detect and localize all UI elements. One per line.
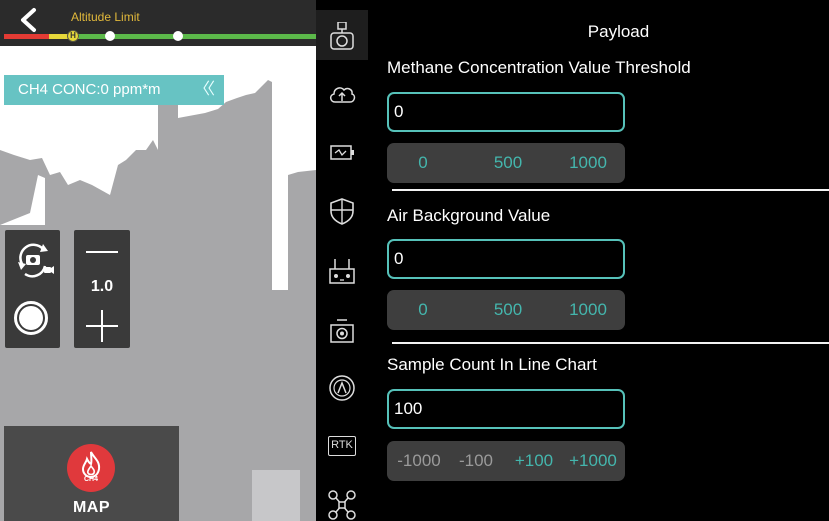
flame-icon [81, 451, 101, 479]
quick-value-button[interactable]: 0 [407, 143, 439, 183]
quick-value-button[interactable]: 500 [487, 143, 529, 183]
camera-view: Altitude Limit H CH4 CONC:0 ppm*m 〈〈 1.0… [0, 0, 316, 521]
rail-item-camera-settings[interactable] [316, 305, 368, 355]
altitude-marker-dot [105, 31, 115, 41]
remote-controller-icon [329, 259, 355, 284]
zoom-out-button[interactable] [86, 244, 118, 260]
shield-icon [330, 198, 354, 225]
methane-threshold-quick-select: 0 500 1000 [387, 143, 625, 183]
gimbal-camera-icon [330, 22, 354, 50]
map-label: MAP [72, 499, 111, 516]
payload-settings-panel: Payload Methane Concentration Value Thre… [368, 0, 829, 521]
map-button[interactable]: CH4 MAP [4, 426, 179, 521]
collapse-chevron-icon[interactable]: 〈〈 [194, 75, 215, 105]
quick-value-button[interactable]: +100 [511, 441, 557, 481]
section-divider [392, 189, 829, 191]
quick-value-button[interactable]: -1000 [393, 441, 445, 481]
altitude-limit-bar: H [4, 30, 316, 42]
quick-value-button[interactable]: 1000 [563, 143, 613, 183]
camera-controls [5, 230, 60, 348]
altitude-limit-label: Altitude Limit [71, 10, 140, 24]
quick-value-button[interactable]: 500 [487, 290, 529, 330]
quick-value-button[interactable]: 0 [407, 290, 439, 330]
quick-value-button[interactable]: 1000 [563, 290, 613, 330]
quick-value-button[interactable]: -100 [455, 441, 497, 481]
rail-item-gimbal-camera[interactable] [316, 10, 368, 60]
rail-item-battery[interactable] [316, 128, 368, 178]
rail-item-rtk[interactable]: RTK [316, 422, 368, 472]
switch-camera-icon [18, 243, 54, 278]
settings-icon-rail: RTK [316, 0, 368, 521]
rail-item-remote-controller[interactable] [316, 245, 368, 295]
ch4-concentration-bar[interactable]: CH4 CONC:0 ppm*m 〈〈 [4, 75, 224, 105]
rail-item-aircraft[interactable] [316, 471, 368, 521]
switch-camera-mode-button[interactable] [13, 240, 55, 280]
drone-icon [328, 490, 356, 520]
sample-count-input[interactable] [387, 389, 625, 429]
cloud-upload-icon [330, 87, 356, 103]
battery-icon [330, 145, 354, 160]
air-background-input[interactable] [387, 239, 625, 279]
top-bar: Altitude Limit H [0, 0, 316, 46]
camera-settings-icon [330, 319, 354, 343]
ch4-badge-text: CH4 [83, 476, 98, 483]
zoom-in-button[interactable] [86, 310, 118, 342]
methane-threshold-label: Methane Concentration Value Threshold [387, 58, 691, 77]
altitude-marker-dot [173, 31, 183, 41]
rail-item-navigation[interactable] [316, 362, 368, 412]
home-point-marker: H [67, 30, 79, 42]
air-background-label: Air Background Value [387, 206, 551, 225]
sample-count-label: Sample Count In Line Chart [387, 355, 597, 374]
ch4-flame-badge: CH4 [67, 444, 115, 492]
shutter-button[interactable] [14, 301, 48, 335]
panel-title: Payload [587, 22, 650, 41]
methane-threshold-input[interactable] [387, 92, 625, 132]
zoom-level: 1.0 [90, 278, 114, 295]
back-button[interactable] [10, 4, 46, 36]
air-background-quick-select: 0 500 1000 [387, 290, 625, 330]
ch4-concentration-text: CH4 CONC:0 ppm*m [18, 81, 161, 98]
rail-item-safety[interactable] [316, 185, 368, 235]
sample-count-quick-select: -1000 -100 +100 +1000 [387, 441, 625, 481]
zoom-panel: 1.0 [74, 230, 130, 348]
navigation-icon [329, 375, 355, 401]
quick-value-button[interactable]: +1000 [565, 441, 621, 481]
rail-item-cloud[interactable] [316, 70, 368, 120]
rtk-icon: RTK [328, 436, 356, 456]
section-divider [392, 342, 829, 344]
chevron-left-icon [21, 8, 36, 32]
